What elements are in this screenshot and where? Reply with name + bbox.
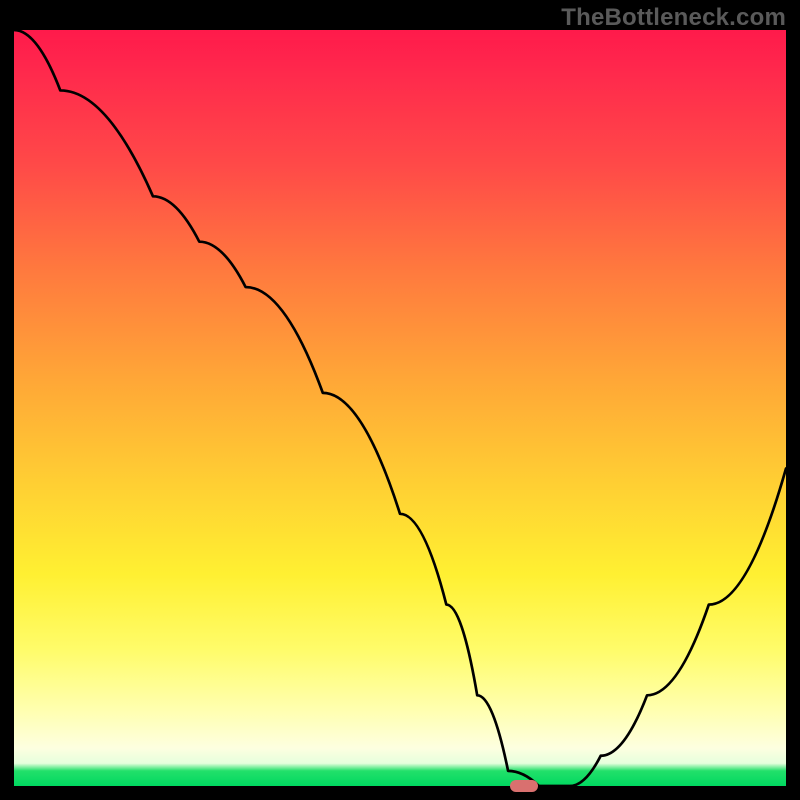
- chart-frame: TheBottleneck.com: [0, 0, 800, 800]
- watermark-text: TheBottleneck.com: [561, 4, 786, 32]
- curve-svg: [14, 30, 786, 786]
- curve-path: [14, 30, 786, 786]
- min-marker: [510, 780, 538, 792]
- plot-area: [14, 30, 786, 786]
